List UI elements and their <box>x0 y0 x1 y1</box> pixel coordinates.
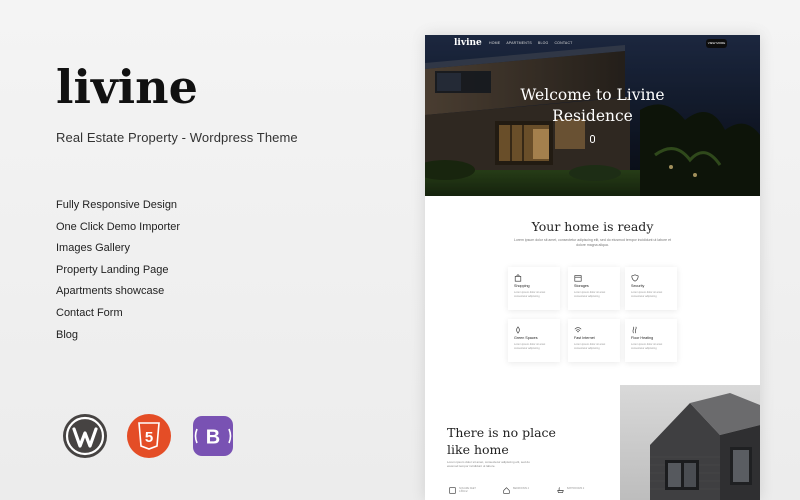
promo-description: Lorem ipsum dolor sit amet, consectetur … <box>447 460 530 469</box>
amenity-desc: Lorem ipsum dolor sit amet consectetur a… <box>631 343 663 350</box>
bootstrap-letter: B <box>206 427 220 449</box>
nav-links: HOME APARTMENTS BLOG CONTACT <box>489 41 573 45</box>
amenity-card[interactable]: Storages Lorem ipsum dolor sit amet cons… <box>568 267 620 310</box>
hero-navbar: livine HOME APARTMENTS BLOG CONTACT VIEW… <box>425 35 760 53</box>
stat-item: BATHROOMS 2 <box>557 487 587 494</box>
feature-item: Fully Responsive Design <box>56 199 178 211</box>
feature-item: Images Gallery <box>56 242 130 255</box>
promo-title: There is no place like home <box>447 425 556 457</box>
amenity-card[interactable]: Shopping Lorem ipsum dolor sit amet cons… <box>508 267 560 310</box>
html5-number: 5 <box>145 429 153 446</box>
tech-badges: 5 B <box>62 414 236 458</box>
stat-item: SQUARE FEET 1450m2 <box>449 487 479 494</box>
nav-logo[interactable]: livine <box>454 38 482 48</box>
scroll-indicator-icon[interactable] <box>590 135 595 143</box>
brand-subtitle: Real Estate Property - Wordpress Theme <box>56 130 298 145</box>
feature-item: Apartments showcase <box>56 285 165 298</box>
hero-section: livine HOME APARTMENTS BLOG CONTACT VIEW… <box>425 35 760 196</box>
feature-item: One Click Demo Importer <box>56 220 181 233</box>
wifi-icon <box>574 327 582 333</box>
bootstrap-icon: B <box>190 414 236 458</box>
brand-logo: livine <box>56 60 198 114</box>
leaf-icon <box>516 326 520 334</box>
stat-item: BEDROOMS 4 <box>503 487 533 494</box>
nav-link-apartments[interactable]: APARTMENTS <box>506 41 532 45</box>
amenity-desc: Lorem ipsum dolor sit amet consectetur a… <box>574 291 606 298</box>
nav-link-blog[interactable]: BLOG <box>538 41 549 45</box>
feature-item: Blog <box>56 328 79 341</box>
amenity-card[interactable]: Fast Internet Lorem ipsum dolor sit amet… <box>568 319 620 362</box>
amenity-desc: Lorem ipsum dolor sit amet consectetur a… <box>514 343 546 350</box>
shopping-bag-icon <box>514 274 522 282</box>
area-icon <box>449 487 456 494</box>
html5-icon: 5 <box>126 414 172 458</box>
heat-icon <box>632 326 637 334</box>
amenities-title: Your home is ready <box>531 219 654 234</box>
amenity-card[interactable]: Security Lorem ipsum dolor sit amet cons… <box>625 267 677 310</box>
feature-item: Property Landing Page <box>56 263 169 276</box>
theme-preview: livine HOME APARTMENTS BLOG CONTACT VIEW… <box>425 35 760 500</box>
amenity-desc: Lorem ipsum dolor sit amet consectetur a… <box>631 291 663 298</box>
feature-list: Fully Responsive Design One Click Demo I… <box>56 198 180 349</box>
amenity-name: Security <box>631 284 645 288</box>
box-icon <box>574 275 582 282</box>
hero-title: Welcome to Livine Residence <box>520 86 665 125</box>
wordpress-icon <box>62 414 108 458</box>
nav-link-home[interactable]: HOME <box>489 41 500 45</box>
stat-label: SQUARE FEET 1450m2 <box>459 487 476 493</box>
amenity-name: Green Spaces <box>514 336 538 340</box>
amenity-card[interactable]: Green Spaces Lorem ipsum dolor sit amet … <box>508 319 560 362</box>
stat-label: BEDROOMS 4 <box>513 487 529 490</box>
amenity-name: Fast Internet <box>574 336 595 340</box>
nav-cta-button[interactable]: VIEW MORE <box>706 39 727 48</box>
amenity-card[interactable]: Floor Heating Lorem ipsum dolor sit amet… <box>625 319 677 362</box>
property-stats: SQUARE FEET 1450m2 BEDROOMS 4 BATHROOMS … <box>449 487 587 494</box>
amenity-desc: Lorem ipsum dolor sit amet consectetur a… <box>574 343 606 350</box>
amenity-name: Floor Heating <box>631 336 654 340</box>
amenities-description: Lorem ipsum dolor sit amet, consectetur … <box>514 238 671 247</box>
building-photo <box>620 385 760 500</box>
amenity-desc: Lorem ipsum dolor sit amet consectetur a… <box>514 291 546 298</box>
stat-label: BATHROOMS 2 <box>567 487 585 490</box>
nav-link-contact[interactable]: CONTACT <box>554 41 572 45</box>
home-icon <box>503 487 510 494</box>
amenity-name: Storages <box>574 284 589 288</box>
bath-icon <box>557 487 564 493</box>
feature-item: Contact Form <box>56 306 123 319</box>
amenity-name: Shopping <box>514 284 530 288</box>
shield-icon <box>631 274 639 282</box>
